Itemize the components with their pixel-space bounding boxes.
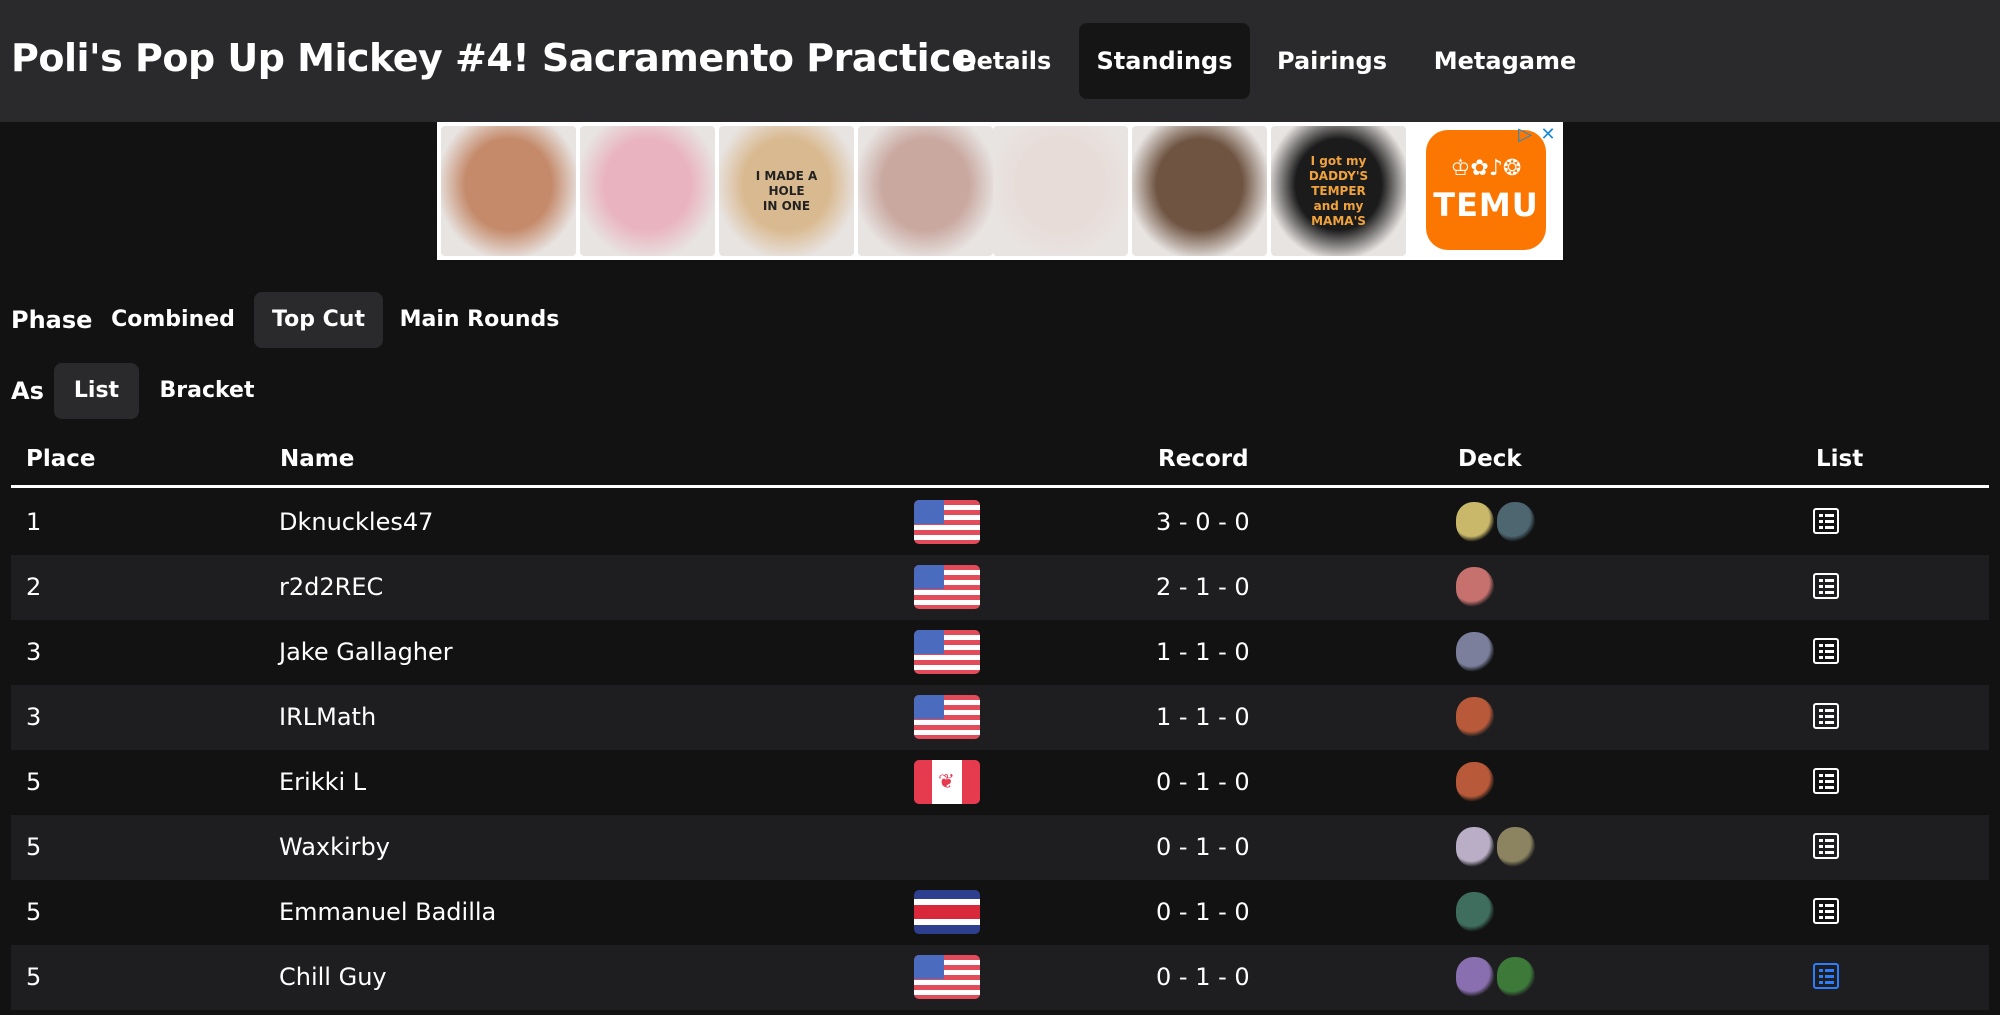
header-divider: [11, 485, 1989, 488]
ad-shirt-text: TEMPER: [1311, 183, 1366, 198]
player-name[interactable]: r2d2REC: [279, 555, 383, 620]
phase-combined-button[interactable]: Combined: [100, 292, 246, 348]
column-header-place: Place: [26, 446, 96, 472]
flag-ca-icon: [914, 760, 980, 804]
place-cell: 2: [26, 573, 42, 601]
player-name[interactable]: IRLMath: [279, 685, 376, 750]
record-cell: 1 - 1 - 0: [1156, 703, 1250, 731]
white-crop-top-image[interactable]: [993, 126, 1128, 256]
table-row: 5 Chill Guy 0 - 1 - 0: [11, 945, 1989, 1010]
column-header-deck: Deck: [1458, 446, 1522, 472]
phase-label: Phase: [11, 306, 93, 334]
temu-logo[interactable]: ♔✿♪❂ TEMU: [1426, 130, 1546, 250]
decklist-icon[interactable]: [1813, 898, 1839, 924]
white-purple-pokemon-sprite-icon: [1456, 827, 1494, 867]
mimikyu-sprite-icon: [1456, 502, 1494, 542]
green-pokemon-sprite-icon: [1497, 957, 1535, 997]
brown-bodysuit-image[interactable]: [1132, 126, 1267, 256]
flag-us-icon: [914, 695, 980, 739]
pink-top-image[interactable]: [580, 126, 715, 256]
tab-standings[interactable]: Standings: [1079, 23, 1250, 99]
player-name[interactable]: Erikki L: [279, 750, 366, 815]
ghost-pokemon-sprite-icon: [1497, 827, 1535, 867]
armored-pokemon-sprite-icon: [1456, 632, 1494, 672]
player-name[interactable]: Chill Guy: [279, 945, 387, 1010]
decklist-icon[interactable]: [1813, 703, 1839, 729]
tab-details[interactable]: Details: [946, 23, 1062, 99]
record-cell: 3 - 0 - 0: [1156, 508, 1250, 536]
player-name[interactable]: Waxkirby: [279, 815, 390, 880]
ad-shirt-text: DADDY'S: [1308, 168, 1369, 183]
place-cell: 1: [26, 508, 42, 536]
flag-cr-icon: [914, 890, 980, 934]
record-cell: 0 - 1 - 0: [1156, 963, 1250, 991]
flag-us-icon: [914, 955, 980, 999]
table-row: 5 Emmanuel Badilla 0 - 1 - 0: [11, 880, 1989, 945]
view-list-button[interactable]: List: [54, 363, 139, 419]
table-row: 3 IRLMath 1 - 1 - 0: [11, 685, 1989, 750]
temu-glyphs: ♔✿♪❂: [1450, 156, 1522, 181]
flag-us-icon: [914, 500, 980, 544]
record-cell: 2 - 1 - 0: [1156, 573, 1250, 601]
place-cell: 3: [26, 638, 42, 666]
header-bar: Poli's Pop Up Mickey #4! Sacramento Prac…: [0, 0, 2000, 122]
table-row: 2 r2d2REC 2 - 1 - 0: [11, 555, 1989, 620]
column-header-name: Name: [280, 446, 355, 472]
metallic-leggings-image[interactable]: [858, 126, 993, 256]
ad-banner[interactable]: I MADE A HOLE IN ONE I got my DADDY'S TEMPER a…: [437, 122, 1563, 260]
record-cell: 1 - 1 - 0: [1156, 638, 1250, 666]
table-row: 3 Jake Gallagher 1 - 1 - 0: [11, 620, 1989, 685]
table-row: 1 Dknuckles47 3 - 0 - 0: [11, 490, 1989, 555]
tab-metagame[interactable]: Metagame: [1416, 23, 1594, 99]
green-red-pokemon-sprite-icon: [1456, 892, 1494, 932]
record-cell: 0 - 1 - 0: [1156, 898, 1250, 926]
ad-shirt-text: MAMA'S: [1311, 213, 1366, 228]
place-cell: 5: [26, 963, 42, 991]
decklist-icon[interactable]: [1813, 638, 1839, 664]
place-cell: 5: [26, 898, 42, 926]
decklist-icon[interactable]: [1813, 833, 1839, 859]
rock-pokemon-sprite-icon: [1456, 762, 1494, 802]
place-cell: 5: [26, 768, 42, 796]
phase-top-cut-button[interactable]: Top Cut: [254, 292, 383, 348]
flag-us-icon: [914, 565, 980, 609]
rock-pokemon-sprite-icon: [1456, 697, 1494, 737]
place-cell: 5: [26, 833, 42, 861]
record-cell: 0 - 1 - 0: [1156, 768, 1250, 796]
phase-main-rounds-button[interactable]: Main Rounds: [392, 292, 567, 348]
ad-shirt-text: and my: [1313, 198, 1364, 213]
player-name[interactable]: Jake Gallagher: [279, 620, 453, 685]
view-bracket-button[interactable]: Bracket: [147, 363, 267, 419]
page-title: Poli's Pop Up Mickey #4! Sacramento Prac…: [11, 36, 977, 80]
dark-pokemon-sprite-icon: [1497, 502, 1535, 542]
ad-shirt-text: IN ONE: [762, 198, 811, 213]
decklist-icon[interactable]: [1813, 963, 1839, 989]
ad-shirt-text: HOLE: [768, 183, 805, 198]
column-header-list: List: [1816, 446, 1864, 472]
flag-us-icon: [914, 630, 980, 674]
place-cell: 3: [26, 703, 42, 731]
player-name[interactable]: Emmanuel Badilla: [279, 880, 496, 945]
purple-pokemon-sprite-icon: [1456, 957, 1494, 997]
table-row: 5 Erikki L 0 - 1 - 0: [11, 750, 1989, 815]
tan-tshirt-image[interactable]: I MADE A HOLE IN ONE: [719, 126, 854, 256]
tab-pairings[interactable]: Pairings: [1266, 23, 1398, 99]
player-name[interactable]: Dknuckles47: [279, 490, 433, 555]
decklist-icon[interactable]: [1813, 508, 1839, 534]
face-pillow-image[interactable]: [441, 126, 576, 256]
record-cell: 0 - 1 - 0: [1156, 833, 1250, 861]
column-header-record: Record: [1158, 446, 1249, 472]
ad-close-icon[interactable]: ✕: [1537, 124, 1559, 146]
table-row: 5 Waxkirby 0 - 1 - 0: [11, 815, 1989, 880]
ad-shirt-text: I MADE A: [755, 168, 818, 183]
kids-black-tshirt-image[interactable]: I got my DADDY'S TEMPER and my MAMA'S: [1271, 126, 1406, 256]
pink-pokemon-sprite-icon: [1456, 567, 1494, 607]
ad-choices-icon[interactable]: ▷: [1514, 124, 1536, 146]
view-as-label: As: [11, 377, 44, 405]
temu-wordmark: TEMU: [1433, 186, 1539, 224]
ad-shirt-text: I got my: [1310, 153, 1367, 168]
decklist-icon[interactable]: [1813, 573, 1839, 599]
decklist-icon[interactable]: [1813, 768, 1839, 794]
